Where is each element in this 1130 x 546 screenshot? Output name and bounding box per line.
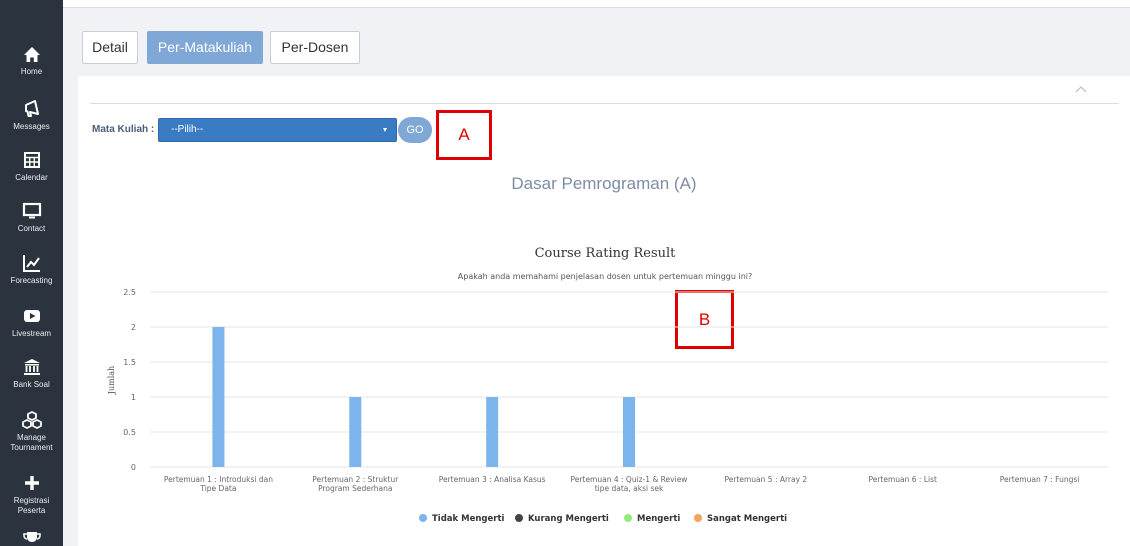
app-window: Home Messages Calendar Contact Forecasti…: [0, 0, 1130, 546]
legend-item: Kurang Mengerti: [528, 514, 609, 524]
chart-title: Course Rating Result: [535, 246, 677, 261]
bar-tidak-mengerti: [349, 397, 362, 467]
y-tick-label: 2.5: [123, 288, 136, 297]
y-tick-label: 1.5: [123, 358, 136, 367]
sidebar-item-label: Calendar: [15, 173, 48, 182]
x-tick-label: Pertemuan 6 : List: [868, 475, 937, 484]
sidebar-item-calendar[interactable]: Calendar: [0, 148, 63, 183]
sidebar-item-label: Home: [20, 67, 43, 76]
sidebar-item-livestream[interactable]: Livestream: [0, 304, 63, 339]
bar-tidak-mengerti: [212, 327, 225, 467]
sidebar-item-registrasi-peserta[interactable]: Registrasi Peserta: [0, 471, 63, 516]
legend-item: Sangat Mengerti: [707, 514, 787, 524]
monitor-icon: [22, 202, 41, 219]
tab-per-dosen[interactable]: Per-Dosen: [270, 31, 360, 64]
megaphone-icon: [24, 100, 39, 117]
report-panel: Mata Kuliah : --Pilih-- GO A B Dasar Pem…: [78, 76, 1130, 546]
legend-marker: [694, 514, 702, 522]
tab-detail[interactable]: Detail: [82, 31, 138, 64]
sidebar-item-forecasting[interactable]: Forecasting: [0, 251, 63, 286]
legend-marker: [515, 514, 523, 522]
legend-marker: [624, 514, 632, 522]
sidebar-item-contact[interactable]: Contact: [0, 199, 63, 234]
y-tick-label: 1: [131, 393, 136, 402]
x-tick-label: tipe data, aksi sek: [595, 484, 664, 493]
chart-subtitle: Apakah anda memahami penjelasan dosen un…: [458, 272, 752, 281]
sidebar-item-trophy[interactable]: [0, 528, 63, 546]
sidebar-item-label: Messages: [13, 122, 50, 131]
x-tick-label: Pertemuan 1 : Introduksi dan: [164, 475, 273, 484]
y-axis-label: Jumlah: [107, 366, 116, 395]
course-rating-chart: Course Rating Result Apakah anda memahami…: [107, 246, 1108, 524]
bar-tidak-mengerti: [623, 397, 635, 467]
trend-chart-icon: [22, 255, 40, 272]
trophy-icon: [22, 532, 41, 542]
top-bar: [63, 0, 1130, 8]
sidebar-item-label: Registrasi Peserta: [13, 496, 50, 515]
cubes-icon: [21, 411, 42, 429]
x-tick-label: Pertemuan 3 : Analisa Kasus: [439, 475, 546, 484]
bank-icon: [23, 359, 40, 375]
sidebar-item-label: Forecasting: [10, 276, 53, 285]
x-tick-label: Pertemuan 7 : Fungsi: [1000, 475, 1080, 484]
home-icon: [23, 47, 40, 62]
legend-item: Mengerti: [637, 514, 680, 524]
x-tick-label: Tipe Data: [199, 484, 236, 493]
sidebar-item-home[interactable]: Home: [0, 42, 63, 77]
sidebar: Home Messages Calendar Contact Forecasti…: [0, 0, 63, 546]
sidebar-item-bank-soal[interactable]: Bank Soal: [0, 355, 63, 390]
x-tick-label: Pertemuan 2 : Struktur: [312, 475, 399, 484]
legend-marker: [419, 514, 427, 522]
sidebar-item-label: Contact: [17, 224, 46, 233]
sidebar-item-label: Livestream: [11, 329, 52, 338]
play-icon: [23, 310, 40, 322]
sidebar-item-label: Bank Soal: [13, 380, 50, 389]
y-tick-label: 0: [131, 463, 136, 472]
x-tick-label: Pertemuan 4 : Quiz-1 & Review: [571, 475, 688, 484]
tab-per-matakuliah[interactable]: Per-Matakuliah: [147, 31, 263, 64]
sidebar-item-messages[interactable]: Messages: [0, 97, 63, 132]
legend-item: Tidak Mengerti: [432, 514, 505, 524]
plus-icon: [24, 476, 39, 490]
calendar-icon: [23, 152, 40, 168]
y-tick-label: 2: [131, 323, 136, 332]
y-tick-label: 0.5: [123, 428, 136, 437]
bar-tidak-mengerti: [486, 397, 499, 467]
x-tick-label: Pertemuan 5 : Array 2: [724, 475, 807, 484]
sidebar-item-manage-tournament[interactable]: Manage Tournament: [0, 408, 63, 453]
x-tick-label: Program Sederhana: [318, 484, 392, 493]
sidebar-item-label: Manage Tournament: [10, 433, 53, 452]
